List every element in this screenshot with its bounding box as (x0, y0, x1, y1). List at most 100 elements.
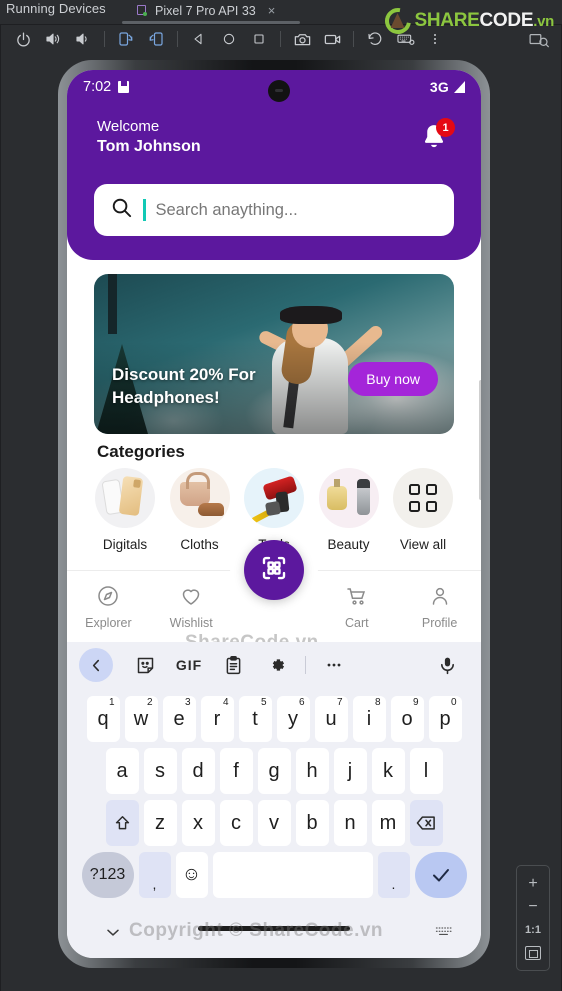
key-k[interactable]: k (371, 748, 405, 794)
nav-item-wishlist[interactable]: Wishlist (150, 584, 233, 630)
key-v[interactable]: v (257, 800, 291, 846)
key-z[interactable]: z (143, 800, 177, 846)
key-j[interactable]: j (333, 748, 367, 794)
screenshot-button[interactable] (287, 25, 317, 53)
key-t[interactable]: t5 (238, 696, 272, 742)
key-d[interactable]: d (181, 748, 215, 794)
nav-item-profile[interactable]: Profile (398, 584, 481, 630)
key-f[interactable]: f (219, 748, 253, 794)
keyboard-back-button[interactable] (79, 648, 113, 682)
key-number: 6 (298, 697, 305, 708)
promo-banner[interactable]: Discount 20% For Headphones! Buy now (94, 274, 454, 434)
actual-size-button[interactable]: 1:1 (520, 919, 546, 941)
keyboard-row-4: ?123 , ☺ . (67, 852, 481, 898)
keyboard-switch-icon[interactable] (434, 925, 453, 944)
volume-up-button[interactable] (38, 25, 68, 53)
shift-key[interactable] (105, 800, 139, 846)
keyboard-settings-button[interactable] (255, 648, 299, 682)
android-device-icon (136, 4, 149, 17)
volume-down-button[interactable] (68, 25, 98, 53)
symbols-key[interactable]: ?123 (81, 852, 134, 898)
key-label: i (366, 707, 372, 730)
key-p[interactable]: p0 (428, 696, 462, 742)
backspace-key[interactable] (409, 800, 443, 846)
emoji-key[interactable]: ☺ (175, 852, 208, 898)
voice-input-button[interactable] (425, 648, 469, 682)
qr-scan-icon (259, 553, 289, 588)
key-label: e (173, 707, 185, 730)
app-header: 7:02 3G Welcome Tom Johnson 1 Search ana… (67, 70, 481, 260)
gesture-navigation-bar[interactable] (198, 926, 350, 931)
key-c[interactable]: c (219, 800, 253, 846)
search-input[interactable]: Search anaything... (94, 184, 454, 236)
rotate-left-button[interactable] (111, 25, 141, 53)
key-a[interactable]: a (105, 748, 139, 794)
nav-label: Explorer (85, 615, 132, 630)
key-e[interactable]: e3 (162, 696, 196, 742)
zoom-controls: + − 1:1 (516, 865, 550, 971)
key-u[interactable]: u7 (314, 696, 348, 742)
key-x[interactable]: x (181, 800, 215, 846)
key-q[interactable]: q1 (86, 696, 120, 742)
toolbar-separator (104, 31, 105, 47)
zoom-to-fit-button[interactable] (520, 942, 546, 964)
nav-item-cart[interactable]: Cart (315, 584, 398, 630)
category-item-view-all[interactable]: View all (389, 468, 457, 560)
buy-now-button[interactable]: Buy now (348, 362, 438, 396)
device-frame: 7:02 3G Welcome Tom Johnson 1 Search ana… (58, 60, 490, 968)
comma-key[interactable]: , (138, 852, 171, 898)
zoom-out-button[interactable]: − (520, 896, 546, 918)
toolbar-separator (280, 31, 281, 47)
enter-key[interactable] (414, 852, 467, 898)
keyboard-row-1: q1 w2 e3 r4 t5 y6 u7 i8 o9 p0 (67, 696, 481, 742)
hide-keyboard-button[interactable] (103, 922, 123, 947)
notification-button[interactable]: 1 (419, 118, 455, 158)
key-number: 4 (222, 697, 229, 708)
category-item-beauty[interactable]: Beauty (315, 468, 383, 560)
sticker-button[interactable] (123, 648, 167, 682)
rotate-right-button[interactable] (141, 25, 171, 53)
key-l[interactable]: l (409, 748, 443, 794)
device-tab[interactable]: Pixel 7 Pro API 33 × (136, 0, 275, 21)
key-w[interactable]: w2 (124, 696, 158, 742)
close-icon[interactable]: × (268, 3, 276, 18)
category-label: View all (399, 537, 447, 552)
clipboard-button[interactable] (211, 648, 255, 682)
app-scrollbar[interactable] (479, 380, 481, 500)
key-g[interactable]: g (257, 748, 291, 794)
panel-left-border (0, 24, 1, 991)
more-options-button[interactable] (312, 648, 356, 682)
heart-icon (179, 584, 203, 611)
category-item-cloths[interactable]: Cloths (166, 468, 234, 560)
key-number: 7 (336, 697, 343, 708)
home-button[interactable] (214, 25, 244, 53)
nav-label: Wishlist (169, 615, 213, 630)
toolbar-separator (353, 31, 354, 47)
key-o[interactable]: o9 (390, 696, 424, 742)
nav-item-explorer[interactable]: Explorer (67, 584, 150, 630)
record-button[interactable] (317, 25, 347, 53)
key-label: w (133, 707, 149, 730)
perfume-shaver-icon (318, 468, 379, 528)
key-b[interactable]: b (295, 800, 329, 846)
ide-window: Running Devices Pixel 7 Pro API 33 × SHA… (0, 0, 562, 991)
key-m[interactable]: m (371, 800, 405, 846)
key-i[interactable]: i8 (352, 696, 386, 742)
key-s[interactable]: s (143, 748, 177, 794)
banner-line2: Headphones! (112, 388, 220, 408)
keyboard-row-2: a s d f g h j k l (67, 748, 481, 794)
space-key[interactable] (212, 852, 373, 898)
gif-button[interactable]: GIF (167, 648, 211, 682)
key-n[interactable]: n (333, 800, 367, 846)
back-button[interactable] (184, 25, 214, 53)
scan-fab-button[interactable] (244, 540, 304, 600)
fit-icon (525, 945, 541, 960)
period-key[interactable]: . (377, 852, 410, 898)
category-item-digitals[interactable]: Digitals (91, 468, 159, 560)
overview-button[interactable] (244, 25, 274, 53)
key-r[interactable]: r4 (200, 696, 234, 742)
zoom-in-button[interactable]: + (520, 873, 546, 895)
key-y[interactable]: y6 (276, 696, 310, 742)
key-h[interactable]: h (295, 748, 329, 794)
power-button[interactable] (8, 25, 38, 53)
